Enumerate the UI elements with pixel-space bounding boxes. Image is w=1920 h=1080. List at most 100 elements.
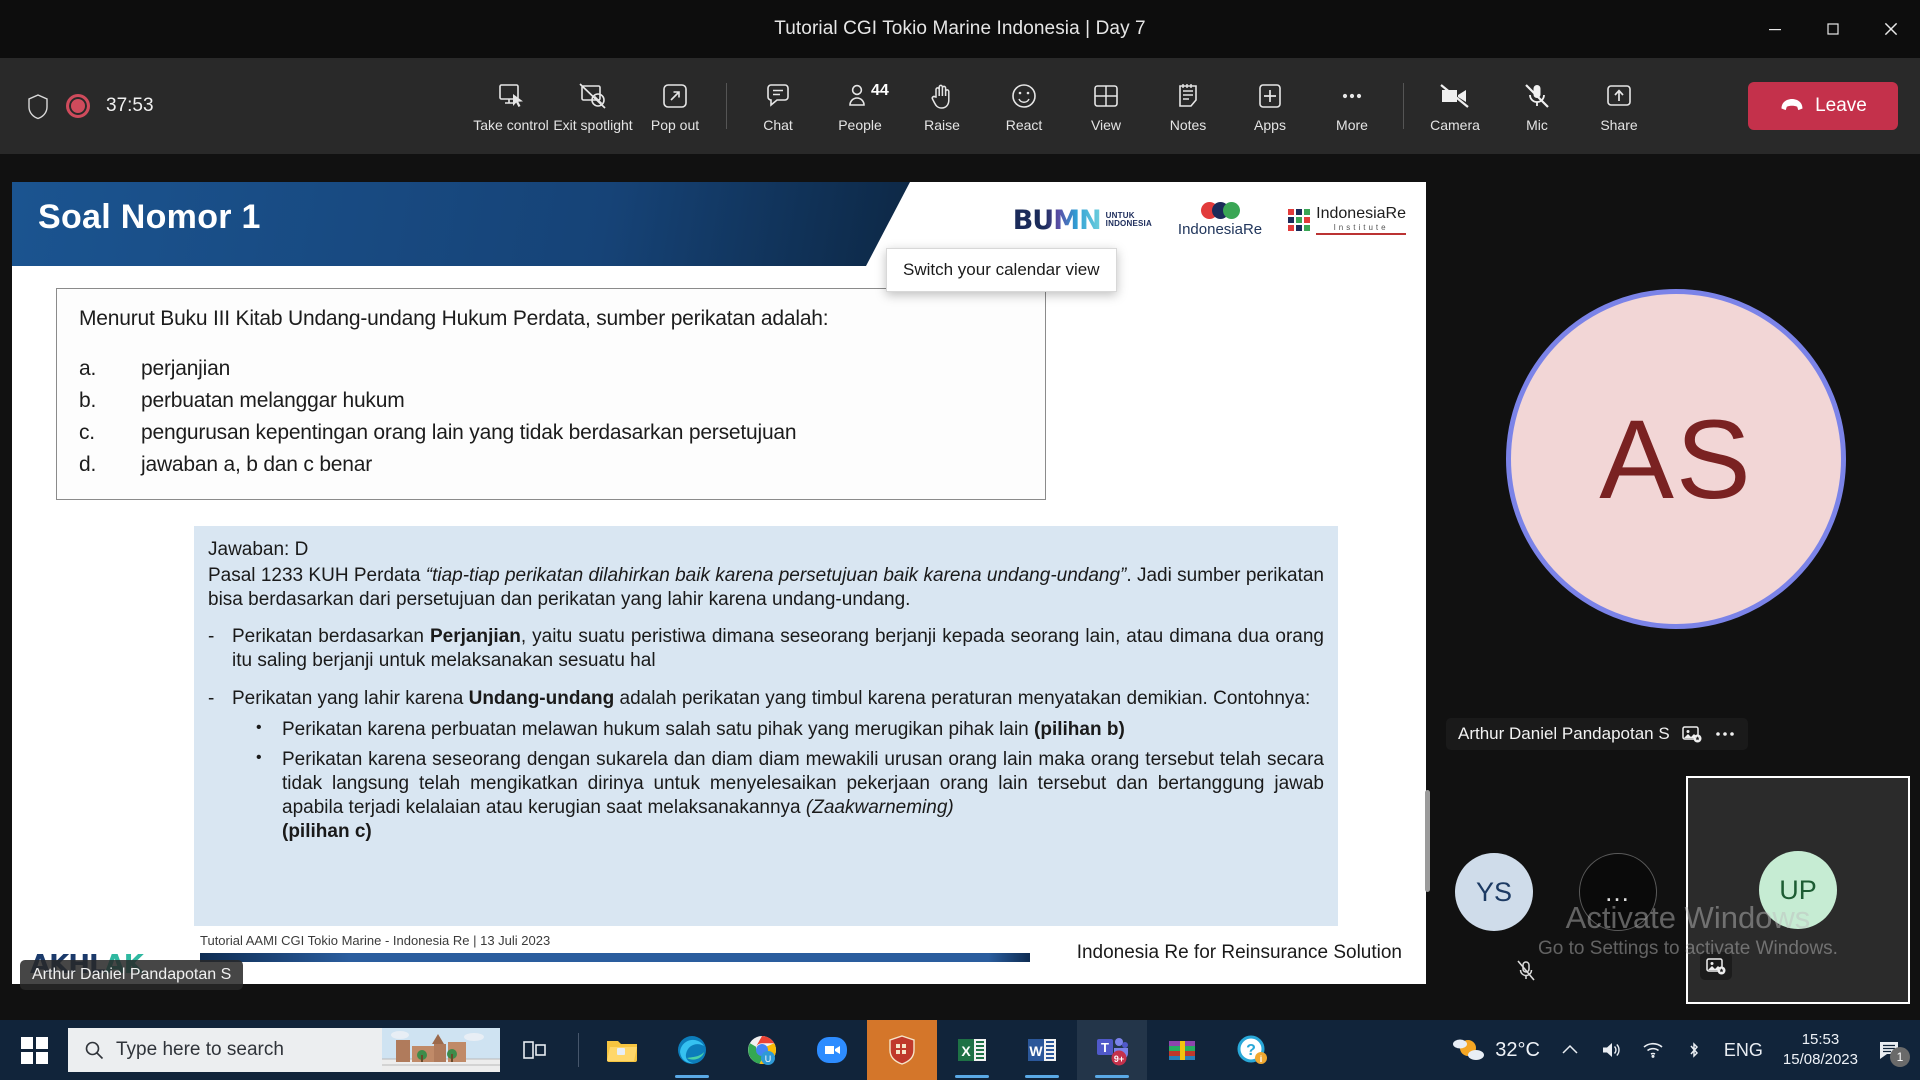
volume-icon[interactable] bbox=[1600, 1040, 1622, 1060]
excel-icon[interactable]: X bbox=[937, 1020, 1007, 1080]
avatar: UP bbox=[1759, 851, 1837, 929]
react-button[interactable]: React bbox=[983, 80, 1065, 133]
sub2-bold: (pilihan c) bbox=[282, 820, 372, 842]
sub2-text: Perikatan karena seseorang dengan sukare… bbox=[282, 749, 1324, 818]
slide-footer-right: Indonesia Re for Reinsurance Solution bbox=[1076, 942, 1402, 963]
more-options-icon[interactable] bbox=[1714, 725, 1736, 743]
raise-hand-button[interactable]: Raise bbox=[901, 80, 983, 133]
clock-date: 15/08/2023 bbox=[1782, 1051, 1858, 1068]
help-icon[interactable]: ? i bbox=[1217, 1020, 1287, 1080]
notes-label: Notes bbox=[1169, 116, 1207, 133]
zoom-icon[interactable] bbox=[797, 1020, 867, 1080]
point2-pre: Perikatan yang lahir karena bbox=[232, 687, 469, 709]
bluetooth-icon[interactable] bbox=[1684, 1040, 1704, 1060]
window-title-bar: Tutorial CGI Tokio Marine Indonesia | Da… bbox=[0, 0, 1920, 58]
show-hidden-icons-button[interactable] bbox=[1560, 1043, 1580, 1057]
toolbar-divider-2 bbox=[1403, 83, 1404, 129]
option-b-text: perbuatan melanggar hukum bbox=[141, 389, 405, 412]
mic-off-icon bbox=[1523, 80, 1551, 112]
svg-text:i: i bbox=[1260, 1054, 1263, 1064]
maximize-button[interactable] bbox=[1804, 0, 1862, 58]
share-button[interactable]: Share bbox=[1578, 80, 1660, 133]
notification-center-button[interactable]: 1 bbox=[1878, 1039, 1910, 1067]
main-participant-nameplate: Arthur Daniel Pandapotan S bbox=[1446, 718, 1748, 750]
start-button[interactable] bbox=[0, 1020, 68, 1080]
pin-video-icon[interactable] bbox=[1700, 952, 1732, 980]
file-explorer-icon[interactable] bbox=[587, 1020, 657, 1080]
presenter-name-chip: Arthur Daniel Pandapotan S bbox=[20, 960, 244, 990]
answer-para-pre: Pasal 1233 KUH Perdata bbox=[208, 564, 426, 586]
camera-button[interactable]: Camera bbox=[1414, 80, 1496, 133]
sub-bullet-1-text: Perikatan karena perbuatan melawan hukum… bbox=[282, 718, 1125, 742]
participant-tile-ys[interactable]: YS bbox=[1432, 764, 1556, 1020]
slide-footer-note: Tutorial AAMI CGI Tokio Marine - Indones… bbox=[200, 933, 551, 948]
take-control-label: Take control bbox=[473, 116, 549, 133]
bumn-sub-2: INDONESIA bbox=[1105, 219, 1152, 228]
notification-count: 1 bbox=[1890, 1047, 1910, 1067]
recording-indicator-icon bbox=[66, 94, 90, 118]
avatar: AS bbox=[1506, 289, 1846, 629]
word-icon[interactable]: W bbox=[1007, 1020, 1077, 1080]
weather-widget[interactable]: 32°C bbox=[1451, 1036, 1540, 1064]
shared-slide[interactable]: Soal Nomor 1 BUMN UNTUK INDONESIA Indone… bbox=[12, 182, 1426, 984]
exit-spotlight-button[interactable]: Exit spotlight bbox=[552, 80, 634, 133]
winrar-icon[interactable] bbox=[1147, 1020, 1217, 1080]
google-chrome-icon[interactable]: U bbox=[727, 1020, 797, 1080]
task-view-button[interactable] bbox=[500, 1020, 570, 1080]
slide-logos: BUMN UNTUK INDONESIA IndonesiaRe Indones… bbox=[1013, 202, 1406, 238]
sub-bullet-2-text: Perikatan karena seseorang dengan sukare… bbox=[282, 748, 1324, 843]
avatar: YS bbox=[1455, 853, 1533, 931]
option-d-text: jawaban a, b dan c benar bbox=[141, 453, 373, 476]
leave-button[interactable]: Leave bbox=[1748, 82, 1898, 130]
take-control-button[interactable]: Take control bbox=[470, 80, 552, 133]
task-view-icon bbox=[522, 1038, 548, 1062]
close-button[interactable] bbox=[1862, 0, 1920, 58]
answer-sub-bullet-1: • Perikatan karena perbuatan melawan huk… bbox=[256, 718, 1324, 742]
stage-scrollbar[interactable] bbox=[1425, 790, 1430, 892]
raise-label: Raise bbox=[924, 116, 960, 133]
people-button[interactable]: 44 People bbox=[819, 80, 901, 133]
more-button[interactable]: More bbox=[1311, 80, 1393, 133]
notes-button[interactable]: Notes bbox=[1147, 80, 1229, 133]
question-options: a. perjanjian b. perbuatan melanggar huk… bbox=[79, 357, 1023, 477]
security-app-icon[interactable] bbox=[867, 1020, 937, 1080]
chat-button[interactable]: Chat bbox=[737, 80, 819, 133]
calendar-view-tooltip: Switch your calendar view bbox=[886, 248, 1117, 292]
search-illustration bbox=[382, 1028, 500, 1072]
search-input[interactable]: Type here to search bbox=[68, 1028, 500, 1072]
mic-label: Mic bbox=[1526, 116, 1548, 133]
chat-label: Chat bbox=[763, 116, 793, 133]
language-indicator[interactable]: ENG bbox=[1724, 1040, 1763, 1061]
window-controls bbox=[1746, 0, 1920, 58]
minimize-button[interactable] bbox=[1746, 0, 1804, 58]
pop-out-icon bbox=[661, 80, 689, 112]
main-participant-tile[interactable]: AS Arthur Daniel Pandapotan S bbox=[1432, 154, 1920, 764]
windows-logo-icon bbox=[20, 1036, 48, 1064]
question-option-c: c. pengurusan kepentingan orang lain yan… bbox=[79, 421, 1023, 445]
question-box: Menurut Buku III Kitab Undang-undang Huk… bbox=[56, 288, 1046, 500]
toolbar-divider bbox=[726, 83, 727, 129]
taskbar-clock[interactable]: 15:53 15/08/2023 bbox=[1783, 1030, 1858, 1071]
participant-tile-overflow[interactable]: … bbox=[1556, 764, 1680, 1020]
pin-video-icon[interactable] bbox=[1681, 725, 1702, 743]
microsoft-teams-icon[interactable]: T 9+ bbox=[1077, 1020, 1147, 1080]
microsoft-edge-icon[interactable] bbox=[657, 1020, 727, 1080]
mic-button[interactable]: Mic bbox=[1496, 80, 1578, 133]
toolbar-center-group: Take control Exit spotlight Pop out Chat bbox=[470, 80, 1734, 133]
svg-text:X: X bbox=[961, 1043, 971, 1059]
more-icon bbox=[1338, 80, 1366, 112]
point2-bold: Undang-undang bbox=[468, 687, 615, 709]
wifi-icon[interactable] bbox=[1642, 1041, 1664, 1059]
main-participant-name: Arthur Daniel Pandapotan S bbox=[1458, 724, 1670, 743]
participant-tile-up[interactable]: UP bbox=[1686, 776, 1910, 1004]
question-option-b: b. perbuatan melanggar hukum bbox=[79, 389, 1023, 413]
apps-button[interactable]: Apps bbox=[1229, 80, 1311, 133]
search-placeholder: Type here to search bbox=[116, 1039, 284, 1060]
svg-text:?: ? bbox=[1246, 1042, 1256, 1059]
question-option-d: d. jawaban a, b dan c benar bbox=[79, 453, 1023, 477]
option-d-marker: d. bbox=[79, 453, 97, 476]
view-button[interactable]: View bbox=[1065, 80, 1147, 133]
pop-out-button[interactable]: Pop out bbox=[634, 80, 716, 133]
option-a-marker: a. bbox=[79, 357, 97, 380]
bullet-marker-2: • bbox=[256, 749, 262, 767]
